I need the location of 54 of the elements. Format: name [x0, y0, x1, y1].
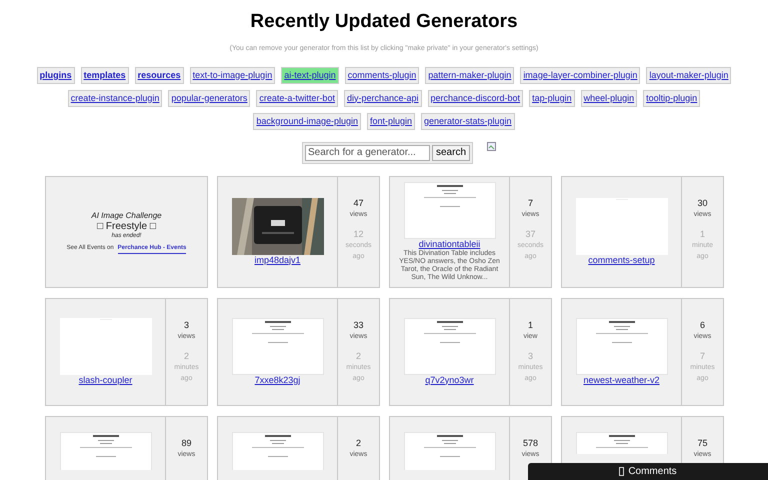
- plugin-link[interactable]: tap-plugin: [529, 90, 575, 106]
- view-count: 47: [353, 196, 364, 210]
- generator-link[interactable]: comments-setup: [588, 254, 655, 266]
- generator-link[interactable]: newest-weather-v2: [583, 374, 660, 386]
- plugin-link[interactable]: tooltip-plugin: [643, 90, 700, 106]
- plugin-link[interactable]: diy-perchance-api: [344, 90, 422, 106]
- age-number: 7: [700, 350, 705, 362]
- plugin-link[interactable]: font-plugin: [366, 112, 416, 130]
- view-count: 578: [522, 436, 538, 450]
- plugin-link[interactable]: popular-generators: [168, 90, 250, 106]
- search-button[interactable]: search: [432, 144, 470, 160]
- view-count: 30: [697, 196, 708, 210]
- plugin-link[interactable]: text-to-image-plugin: [190, 66, 276, 84]
- generator-link[interactable]: 7xxe8k23gj: [254, 374, 300, 386]
- plugin-link[interactable]: generator-stats-plugin: [421, 112, 515, 130]
- plugin-link[interactable]: plugins: [36, 66, 75, 84]
- event-title: AI Image Challenge: [91, 210, 162, 222]
- plugin-link[interactable]: pattern-maker-plugin: [425, 66, 514, 84]
- view-count: 75: [697, 436, 708, 450]
- comments-toast[interactable]: Comments: [528, 463, 768, 480]
- age-number: 12: [353, 228, 364, 240]
- plugin-link[interactable]: templates: [80, 66, 129, 84]
- page-title: Recently Updated Generators: [249, 10, 519, 34]
- view-count: 33: [353, 318, 364, 332]
- generator-link[interactable]: imp48dajv1: [254, 254, 301, 266]
- generator-link[interactable]: slash-coupler: [78, 374, 132, 386]
- plugin-link[interactable]: create-a-twitter-bot: [256, 90, 338, 106]
- view-count: 89: [181, 436, 192, 450]
- plugin-link[interactable]: wheel-plugin: [580, 90, 638, 106]
- plugin-link[interactable]: ai-text-plugin: [281, 66, 339, 84]
- comments-icon: [619, 467, 624, 476]
- view-count: 6: [700, 318, 705, 332]
- comments-label: Comments: [628, 465, 677, 479]
- age-number: 3: [528, 350, 533, 362]
- plugin-link[interactable]: resources: [134, 66, 184, 84]
- plugin-link[interactable]: layout-maker-plugin: [646, 66, 732, 84]
- plugin-link[interactable]: create-instance-plugin: [68, 90, 162, 106]
- plugin-link[interactable]: background-image-plugin: [253, 112, 361, 130]
- plugin-link[interactable]: perchance-discord-bot: [428, 90, 524, 106]
- plugin-link[interactable]: image-layer-combiner-plugin: [520, 66, 640, 84]
- generator-link[interactable]: divinationtableii: [418, 238, 480, 250]
- view-count: 7: [528, 196, 533, 210]
- search-field[interactable]: Search for a generator...: [304, 144, 430, 160]
- broken-image-icon: [487, 142, 496, 150]
- event-name: □ Freestyle □: [97, 222, 156, 232]
- age-number: 37: [525, 228, 536, 240]
- age-number: 1: [700, 228, 705, 240]
- view-count: 3: [184, 318, 189, 332]
- plugin-link[interactable]: comments-plugin: [344, 66, 420, 84]
- view-count: 1: [528, 318, 533, 332]
- age-number: 2: [356, 350, 361, 362]
- generator-link[interactable]: q7v2yno3wr: [425, 374, 474, 386]
- age-number: 2: [184, 350, 189, 362]
- view-count: 2: [356, 436, 361, 450]
